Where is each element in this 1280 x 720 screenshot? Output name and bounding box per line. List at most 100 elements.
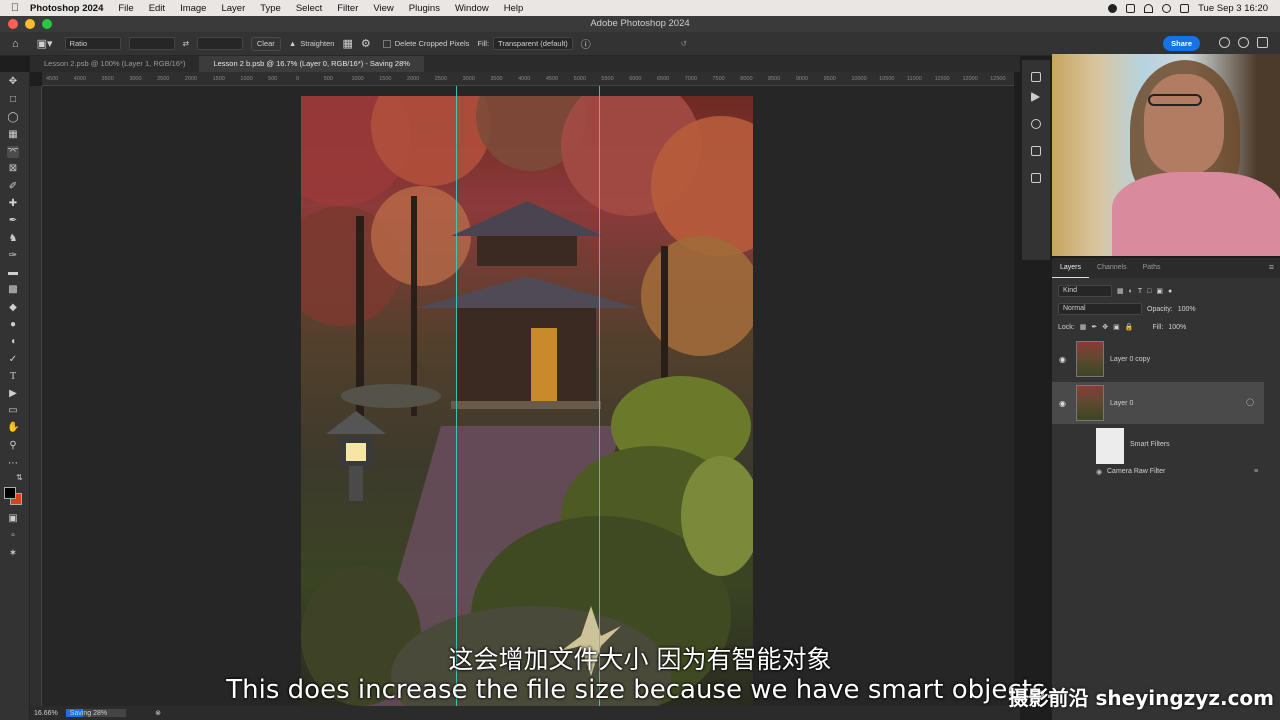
search-icon[interactable] <box>1162 3 1172 13</box>
clone-stamp-tool-icon[interactable]: ♞ <box>7 233 19 245</box>
control-center-icon[interactable] <box>1180 3 1190 13</box>
workspace-icon[interactable] <box>1257 37 1268 48</box>
dodge-tool-icon[interactable]: ● <box>7 319 19 331</box>
menu-select[interactable]: Select <box>296 3 322 14</box>
battery-icon[interactable] <box>1126 3 1136 13</box>
panel-menu-icon[interactable]: ≡ <box>1269 262 1274 272</box>
filter-type-icon[interactable]: T <box>1138 288 1142 295</box>
hand-tool-icon[interactable]: ✋ <box>7 422 19 434</box>
opacity-value[interactable]: 100% <box>1178 306 1196 313</box>
crop-settings-gear-icon[interactable]: ⚙ <box>361 37 371 50</box>
guide-line-right[interactable] <box>599 86 600 706</box>
apple-icon[interactable]:  <box>0 2 30 14</box>
fill-value[interactable]: 100% <box>1168 324 1186 331</box>
crop-tool-icon[interactable]: ⌤ <box>7 146 19 158</box>
pen-tool-icon[interactable]: ✓ <box>7 354 19 366</box>
close-window-button[interactable] <box>8 19 18 29</box>
layer-name[interactable]: Layer 0 <box>1110 400 1133 407</box>
ratio-height-input[interactable] <box>196 37 243 50</box>
healing-brush-tool-icon[interactable]: ✚ <box>7 198 19 210</box>
lock-transparent-icon[interactable]: ▦ <box>1080 323 1087 331</box>
tab-channels[interactable]: Channels <box>1089 258 1135 278</box>
smart-filter-mask-thumbnail[interactable] <box>1096 428 1124 464</box>
reset-crop-icon[interactable]: ↺ <box>681 39 687 48</box>
filter-pixel-icon[interactable]: ▦ <box>1117 287 1124 295</box>
menu-filter[interactable]: Filter <box>337 3 358 14</box>
history-brush-tool-icon[interactable]: ✑ <box>7 250 19 262</box>
path-selection-tool-icon[interactable]: ▶ <box>7 388 19 400</box>
filter-smart-object-icon[interactable]: ▣ <box>1156 287 1163 295</box>
info-icon[interactable] <box>1031 119 1041 129</box>
search-icon[interactable] <box>1219 37 1230 48</box>
layer-name[interactable]: Layer 0 copy <box>1110 356 1150 363</box>
adjustments-icon[interactable] <box>1031 146 1041 156</box>
straighten-icon[interactable]: ▲ <box>289 39 296 48</box>
tab-lesson-2b[interactable]: Lesson 2 b.psb @ 16.7% (Layer 0, RGB/16*… <box>199 56 424 72</box>
visibility-eye-icon[interactable]: ◉ <box>1059 399 1069 408</box>
visibility-eye-icon[interactable]: ◉ <box>1059 355 1069 364</box>
dodge-tool-icon-2[interactable]: ◖ <box>7 336 19 348</box>
zoom-tool-icon[interactable]: ⚲ <box>7 440 19 452</box>
tab-layers[interactable]: Layers <box>1052 258 1090 278</box>
filter-adjustment-icon[interactable]: ◐ <box>1129 288 1133 295</box>
fill-select[interactable]: Transparent (default) <box>493 37 573 50</box>
history-icon[interactable] <box>1031 72 1041 82</box>
foreground-color-swatch[interactable] <box>4 487 16 499</box>
lock-all-icon[interactable]: 🔒 <box>1125 323 1134 331</box>
lock-position-icon[interactable]: ✥ <box>1102 323 1108 331</box>
menu-layer[interactable]: Layer <box>221 3 245 14</box>
ratio-width-input[interactable] <box>128 37 175 50</box>
record-icon[interactable] <box>1108 3 1118 13</box>
swap-colors-icon[interactable]: ⇅ <box>16 473 23 482</box>
move-tool-icon[interactable]: ✥ <box>7 76 19 88</box>
guide-line-left[interactable] <box>456 86 457 706</box>
document-image[interactable] <box>301 96 753 706</box>
lasso-tool-icon[interactable]: ◯ <box>7 112 19 124</box>
menu-window[interactable]: Window <box>455 3 489 14</box>
gradient-tool-icon[interactable]: ▩ <box>7 284 19 296</box>
camera-raw-filter-label[interactable]: Camera Raw Filter <box>1107 468 1165 475</box>
layer-row[interactable]: ◉ Layer 0 copy <box>1052 338 1264 380</box>
lock-image-icon[interactable]: ✒ <box>1091 323 1097 331</box>
menu-type[interactable]: Type <box>260 3 281 14</box>
zoom-level[interactable]: 16.66% <box>34 710 58 717</box>
more-tools-icon[interactable]: ⋯ <box>7 458 19 470</box>
generative-icon[interactable]: ✶ <box>7 548 19 560</box>
filter-blending-options-icon[interactable]: ≡ <box>1254 468 1258 475</box>
lock-artboard-icon[interactable]: ▣ <box>1113 323 1120 331</box>
frame-tool-icon[interactable]: ⊠ <box>7 163 19 175</box>
info-icon[interactable]: ⓘ <box>581 36 591 51</box>
home-icon[interactable]: ⌂ <box>12 38 19 50</box>
menu-help[interactable]: Help <box>504 3 524 14</box>
tab-lesson-2[interactable]: Lesson 2.psb @ 100% (Layer 1, RGB/16*) <box>30 56 199 72</box>
straighten-button[interactable]: Straighten <box>300 39 334 48</box>
overlay-grid-icon[interactable]: ▦ <box>342 37 352 50</box>
layer-row-selected[interactable]: ◉ Layer 0 ◯ <box>1052 382 1264 424</box>
ratio-select[interactable]: Ratio <box>64 37 121 50</box>
menu-image[interactable]: Image <box>180 3 206 14</box>
crop-tool-preset-icon[interactable]: ▣▾ <box>37 37 53 50</box>
menu-view[interactable]: View <box>373 3 393 14</box>
canvas-area[interactable] <box>42 86 1014 706</box>
histogram-icon[interactable] <box>1031 173 1041 183</box>
minimize-window-button[interactable] <box>25 19 35 29</box>
eraser-tool-icon[interactable]: ▬ <box>7 267 19 279</box>
zoom-window-button[interactable] <box>42 19 52 29</box>
marquee-tool-icon[interactable]: □ <box>7 94 19 106</box>
clear-button[interactable]: Clear <box>250 36 281 51</box>
delete-cropped-checkbox[interactable] <box>382 39 391 48</box>
filter-toggle-icon[interactable]: ● <box>1168 288 1172 295</box>
menubar-clock[interactable]: Tue Sep 3 16:20 <box>1198 3 1268 14</box>
cancel-save-icon[interactable]: ⊗ <box>155 709 161 717</box>
menu-edit[interactable]: Edit <box>149 3 165 14</box>
menu-plugins[interactable]: Plugins <box>409 3 440 14</box>
kind-filter-select[interactable]: Kind <box>1058 285 1112 297</box>
filter-shape-icon[interactable]: □ <box>1147 288 1151 295</box>
blend-mode-select[interactable]: Normal <box>1058 303 1142 315</box>
quick-mask-icon[interactable]: ▣ <box>7 513 19 525</box>
type-tool-icon[interactable]: T <box>7 371 19 383</box>
share-button[interactable]: Share <box>1163 36 1200 51</box>
menu-app-name[interactable]: Photoshop 2024 <box>30 3 103 14</box>
actions-play-icon[interactable] <box>1031 92 1040 102</box>
swap-icon[interactable]: ⇄ <box>183 39 189 48</box>
